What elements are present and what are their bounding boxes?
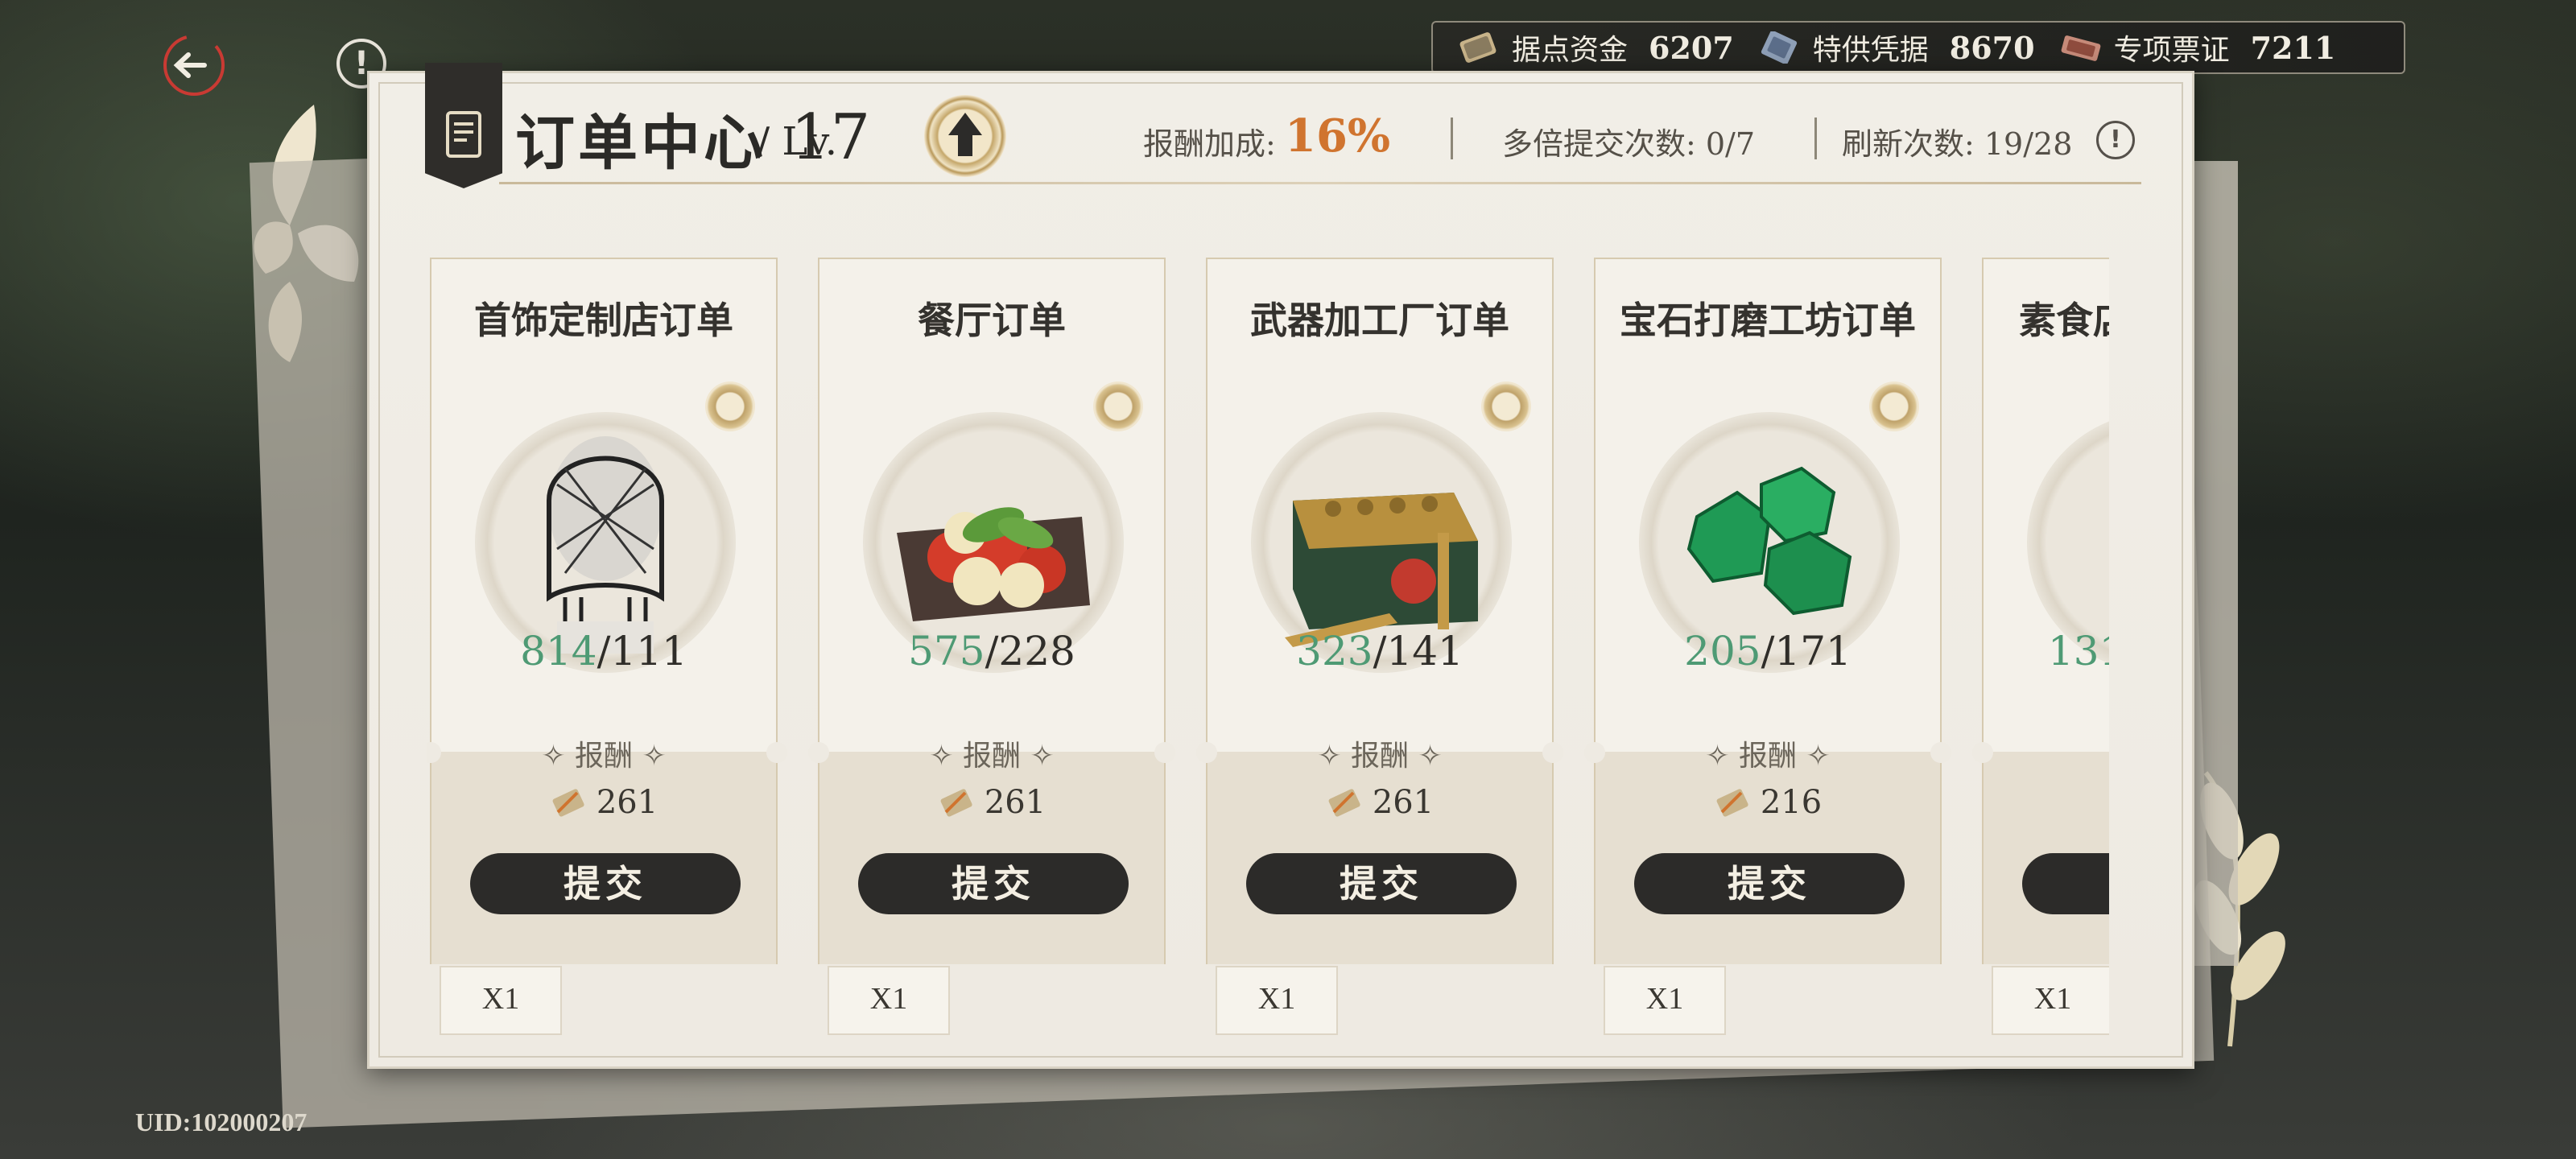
coin-icon: [1459, 32, 1496, 63]
reward-amount: 216: [1596, 784, 1940, 821]
item-quantity: 323/141: [1208, 628, 1552, 674]
reward-label-text: 报酬: [574, 740, 633, 773]
currency-label: 据点资金: [1512, 34, 1629, 67]
quantity-owned: 323: [1296, 628, 1373, 674]
voucher-icon: [1761, 31, 1797, 64]
card-title: 武器加工厂订单: [1250, 299, 1509, 342]
coin-icon: [940, 789, 972, 817]
card-title: 宝石打磨工坊订单: [1620, 299, 1916, 342]
coin-icon: [1328, 789, 1360, 817]
reward-label-text: 报酬: [962, 740, 1021, 773]
refresh-order-icon[interactable]: [1481, 382, 1531, 431]
reward-label: ✧ 报酬 ✧: [929, 740, 1055, 773]
currency-bar: 据点资金 6207 特供凭据 8670 专项票证 7211: [1431, 21, 2405, 74]
divider: [1814, 118, 1817, 159]
quantity-required: /141: [1373, 628, 1463, 674]
order-card: 素食店订单 131: [1972, 258, 2109, 964]
card-notch: [1972, 742, 1993, 763]
reward-amount: 261: [431, 784, 776, 821]
card-title: 首饰定制店订单: [474, 299, 733, 342]
quantity-owned: 131: [2048, 628, 2109, 674]
order-card-list[interactable]: 首饰定制店订单 814/111 ✧ 报酬 ✧ 261 提交 X1 餐厅订单 57…: [427, 258, 2109, 1046]
scroll-icon: [446, 111, 481, 158]
ticket-icon: [2061, 35, 2100, 61]
emerald-gems-icon: [1686, 466, 1852, 616]
quantity-required: /111: [597, 628, 687, 674]
currency-value: 6207: [1649, 29, 1734, 66]
reward-label: ✧ 报酬 ✧: [541, 740, 667, 773]
submit-button[interactable]: 提交: [1634, 853, 1905, 914]
bonus-value: 16%: [1285, 109, 1391, 163]
arrow-up-icon: [948, 113, 982, 156]
submit-button[interactable]: [2022, 853, 2109, 914]
level-value: 17: [791, 101, 871, 174]
refresh-order-icon[interactable]: [705, 382, 755, 431]
submit-button[interactable]: 提交: [1246, 853, 1517, 914]
submit-button[interactable]: 提交: [470, 853, 741, 914]
bonus-label: 报酬加成:: [1143, 126, 1276, 162]
submit-button[interactable]: 提交: [858, 853, 1129, 914]
reward-amount: 261: [819, 784, 1164, 821]
reward-label-text: 报酬: [1738, 740, 1797, 773]
item-quantity: 814/111: [431, 628, 776, 674]
divider: [1451, 118, 1453, 159]
card-title: 素食店订单: [2019, 299, 2109, 342]
currency-label: 特供凭据: [1812, 34, 1929, 67]
currency-label: 专项票证: [2113, 34, 2230, 67]
multiplier-tab[interactable]: X1: [1992, 966, 2109, 1035]
reward-label-text: 报酬: [1350, 740, 1409, 773]
order-card: 武器加工厂订单 323/141 ✧ 报酬 ✧ 261 提交: [1196, 258, 1563, 964]
jewelry-headpiece-icon: [547, 436, 664, 654]
order-card: 餐厅订单 575/228 ✧ 报酬 ✧ 261 提交: [808, 258, 1175, 964]
multiplier-tab[interactable]: X1: [1604, 966, 1726, 1035]
item-quantity: 205/171: [1596, 628, 1940, 674]
refresh-info-icon[interactable]: !: [2096, 121, 2135, 159]
reward-value: 261: [984, 784, 1046, 821]
multi-submit-count: 多倍提交次数: 0/7: [1502, 126, 1756, 162]
item-quantity: 575/228: [819, 628, 1164, 674]
reward-amount: 261: [1208, 784, 1552, 821]
quantity-required: /171: [1761, 628, 1852, 674]
item-quantity: 131: [1984, 628, 2109, 674]
level-up-button[interactable]: [924, 95, 1006, 177]
coin-icon: [1716, 789, 1748, 817]
page-title: 订单中心: [515, 109, 766, 178]
caprese-salad-icon: [897, 507, 1090, 621]
currency-special-voucher[interactable]: 特供凭据 8670: [1758, 27, 2035, 68]
reward-value: 261: [1372, 784, 1435, 821]
currency-funds[interactable]: 据点资金 6207: [1457, 27, 1734, 68]
user-id: UID:102000207: [135, 1107, 308, 1136]
quantity-owned: 814: [520, 628, 597, 674]
back-button[interactable]: [158, 29, 230, 101]
multiplier-tab[interactable]: X1: [440, 966, 562, 1035]
quantity-owned: 205: [1684, 628, 1761, 674]
reward-value: 216: [1760, 784, 1823, 821]
order-card: 宝石打磨工坊订单 205/171 ✧ 报酬 ✧ 216 提交: [1584, 258, 1951, 964]
reward-label: ✧ 报酬 ✧: [1317, 740, 1443, 773]
quantity-owned: 575: [908, 628, 985, 674]
reward-label: ✧ 报酬 ✧: [1705, 740, 1831, 773]
quantity-required: /228: [985, 628, 1075, 674]
order-card: 首饰定制店订单 814/111 ✧ 报酬 ✧ 261 提交: [427, 258, 787, 964]
refresh-order-icon[interactable]: [1869, 382, 1919, 431]
multiplier-tab[interactable]: X1: [1216, 966, 1338, 1035]
currency-value: 8670: [1949, 29, 2035, 66]
multiplier-tab[interactable]: X1: [828, 966, 950, 1035]
refresh-order-icon[interactable]: [1093, 382, 1143, 431]
reward-value: 261: [596, 784, 658, 821]
header-divider: [499, 182, 2141, 184]
currency-value: 7211: [2250, 29, 2336, 66]
ammunition-box-icon: [1285, 493, 1478, 647]
coin-icon: [552, 789, 584, 817]
currency-ticket[interactable]: 专项票证 7211: [2059, 27, 2336, 68]
refresh-count: 刷新次数: 19/28: [1842, 126, 2073, 162]
card-title: 餐厅订单: [918, 299, 1066, 342]
